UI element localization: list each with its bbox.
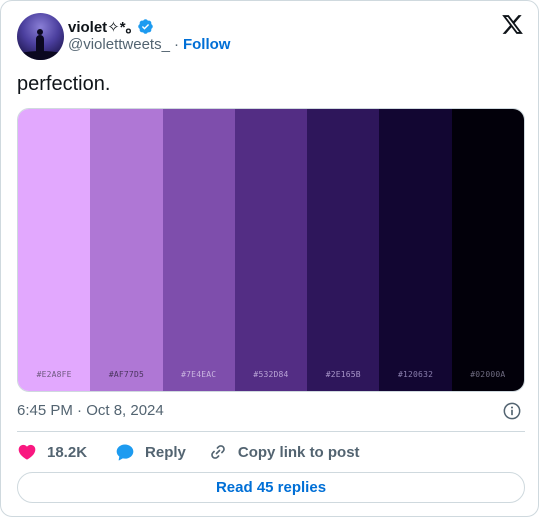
swatch-hex-label: #532D84	[253, 370, 289, 379]
action-bar: 18.2K Reply Copy link to post	[17, 441, 360, 463]
avatar[interactable]	[17, 13, 64, 60]
separator-dot: ·	[173, 36, 179, 53]
color-swatch: #7E4EAC	[162, 109, 235, 391]
reply-bubble-icon	[116, 444, 134, 461]
link-icon	[211, 445, 225, 459]
x-logo-icon[interactable]	[501, 13, 524, 36]
read-replies-button[interactable]: Read 45 replies	[17, 472, 525, 503]
like-button[interactable]: 18.2K	[17, 442, 87, 462]
swatch-hex-label: #7E4EAC	[181, 370, 217, 379]
heart-icon	[18, 444, 36, 460]
color-swatch: #2E165B	[307, 109, 380, 391]
tweet-text: perfection.	[17, 73, 111, 95]
color-swatch: #532D84	[234, 109, 308, 391]
avatar-silhouette	[36, 29, 44, 53]
verified-badge-icon	[137, 18, 154, 35]
swatch-hex-label: #02000A	[470, 370, 506, 379]
tweet-card: violet✧*｡ @violettweets_ · Follow perfec…	[0, 0, 539, 517]
copy-link-button[interactable]: Copy link to post	[208, 442, 360, 462]
swatch-hex-label: #E2A8FE	[36, 370, 72, 379]
display-name[interactable]: violet✧*｡	[68, 16, 133, 37]
follow-button[interactable]: Follow	[183, 36, 231, 53]
swatch-hex-label: #AF77D5	[108, 370, 144, 379]
reply-button[interactable]: Reply	[115, 442, 186, 462]
info-icon[interactable]	[502, 401, 522, 421]
reply-label: Reply	[145, 443, 186, 461]
color-swatch: #E2A8FE	[18, 109, 91, 391]
color-swatch: #02000A	[451, 109, 524, 391]
color-swatch: #AF77D5	[90, 109, 163, 391]
handle-row: @violettweets_ · Follow	[68, 36, 230, 53]
author-name-row: violet✧*｡	[68, 16, 154, 36]
swatch-hex-label: #2E165B	[325, 370, 361, 379]
like-count: 18.2K	[47, 443, 88, 461]
copy-link-label: Copy link to post	[237, 443, 360, 461]
palette-image[interactable]: #E2A8FE #AF77D5 #7E4EAC #532D84 #2E165B #1206…	[17, 108, 525, 392]
color-swatch: #120632	[379, 109, 452, 391]
timestamp[interactable]: 6:45 PM · Oct 8, 2024	[17, 402, 164, 419]
divider	[17, 431, 525, 432]
swatch-hex-label: #120632	[397, 370, 434, 379]
handle[interactable]: @violettweets_	[68, 36, 170, 53]
